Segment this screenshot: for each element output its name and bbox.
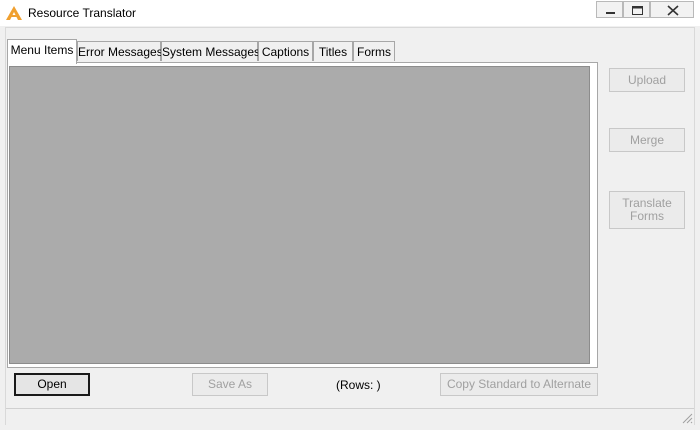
close-button[interactable]	[650, 1, 694, 18]
tab-error-messages[interactable]: Error Messages	[77, 41, 163, 61]
resize-grip-icon[interactable]	[681, 412, 693, 424]
tab-menu-items[interactable]: Menu Items	[7, 39, 77, 64]
menu-items-grid[interactable]	[9, 66, 590, 364]
open-button[interactable]: Open	[14, 373, 90, 396]
status-bar	[6, 408, 694, 426]
tab-system-messages[interactable]: System Messages	[161, 41, 260, 61]
tab-forms[interactable]: Forms	[353, 41, 395, 61]
save-as-button[interactable]: Save As	[192, 373, 268, 396]
upload-button[interactable]: Upload	[609, 68, 685, 92]
tab-titles[interactable]: Titles	[313, 41, 353, 61]
tab-captions[interactable]: Captions	[258, 41, 313, 61]
minimize-icon	[606, 12, 615, 14]
title-bar[interactable]: Resource Translator	[0, 0, 700, 26]
translate-forms-button[interactable]: Translate Forms	[609, 191, 685, 229]
translate-forms-label-line2: Forms	[630, 209, 664, 223]
maximize-button[interactable]	[623, 1, 650, 18]
window-title: Resource Translator	[28, 6, 137, 20]
merge-button[interactable]: Merge	[609, 128, 685, 152]
rows-count-label: (Rows: )	[336, 378, 381, 392]
app-logo-icon	[6, 6, 22, 20]
minimize-button[interactable]	[596, 1, 623, 18]
resource-translator-window: Resource Translator Menu Items Error Mes…	[0, 0, 700, 430]
copy-standard-to-alternate-button[interactable]: Copy Standard to Alternate	[440, 373, 598, 396]
tab-strip-divider	[7, 62, 598, 63]
close-icon	[667, 5, 679, 16]
maximize-icon	[632, 6, 643, 15]
